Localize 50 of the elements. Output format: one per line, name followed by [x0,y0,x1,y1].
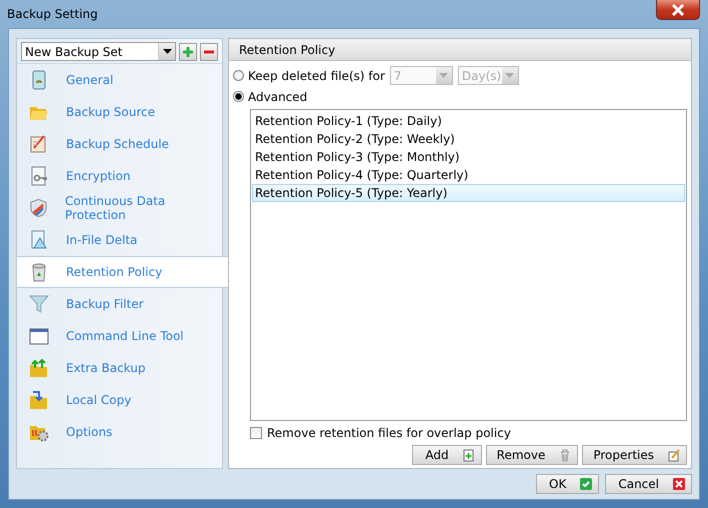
ok-button[interactable]: OK [536,474,600,494]
folder-icon [29,358,49,378]
dropdown-arrow-icon [162,48,172,54]
folder-icon [29,390,49,410]
action-button[interactable]: Properties [582,445,687,465]
policy-item[interactable]: Retention Policy-1 (Type: Daily) [252,112,685,130]
checkbox-label: Remove retention files for overlap policy [267,426,511,440]
document-icon [29,230,49,250]
terminal-icon [29,326,49,346]
sidebar-item[interactable]: Backup Source [17,96,222,128]
sidebar-item[interactable]: Continuous Data Protection [17,192,222,224]
dropdown-arrow-icon [439,72,448,78]
sidebar-item[interactable]: Retention Policy [17,256,228,288]
close-icon [671,4,685,16]
edit-icon [668,448,680,462]
radio-label: Advanced [248,90,308,104]
trash-icon [559,448,572,462]
radio-label: Keep deleted file(s) for [248,68,385,82]
sidebar-item[interactable]: Backup Filter [17,288,222,320]
policy-item[interactable]: Retention Policy-2 (Type: Weekly) [252,130,685,148]
funnel-icon [29,294,49,314]
sidebar-item[interactable]: Options [17,416,222,448]
check-icon [580,478,592,490]
shield-icon [29,198,48,218]
close-button[interactable] [656,0,700,20]
remove-set-button[interactable] [200,42,218,60]
policy-item[interactable]: Retention Policy-3 (Type: Monthly) [252,148,685,166]
add-file-icon [462,448,475,462]
sidebar-item[interactable]: General [17,64,222,96]
sidebar-item[interactable]: Extra Backup [17,352,222,384]
panel-title: Retention Policy [239,42,336,56]
sidebar-item[interactable]: Encryption [17,160,222,192]
action-button[interactable]: Remove [486,445,578,465]
policy-item[interactable]: Retention Policy-5 (Type: Yearly) [252,184,685,202]
policy-item[interactable]: Retention Policy-4 (Type: Quarterly) [252,166,685,184]
add-set-button[interactable] [179,42,197,60]
sidebar-item[interactable]: Command Line Tool [17,320,222,352]
close-icon [673,478,685,490]
sidebar-item[interactable]: In-File Delta [17,224,222,256]
sidebar-item[interactable]: Local Copy [17,384,222,416]
dropdown-arrow-icon [505,72,514,78]
action-button[interactable]: Add [412,445,482,465]
plus-icon [183,46,193,56]
backup-set-dropdown[interactable]: New Backup Set [21,42,176,61]
key-document-icon [29,166,49,186]
window-title: Backup Setting [7,7,98,21]
radio-button[interactable] [233,91,244,102]
sidebar-item[interactable]: Backup Schedule [17,128,222,160]
cancel-button[interactable]: Cancel [605,474,692,494]
checkbox[interactable] [250,427,262,439]
